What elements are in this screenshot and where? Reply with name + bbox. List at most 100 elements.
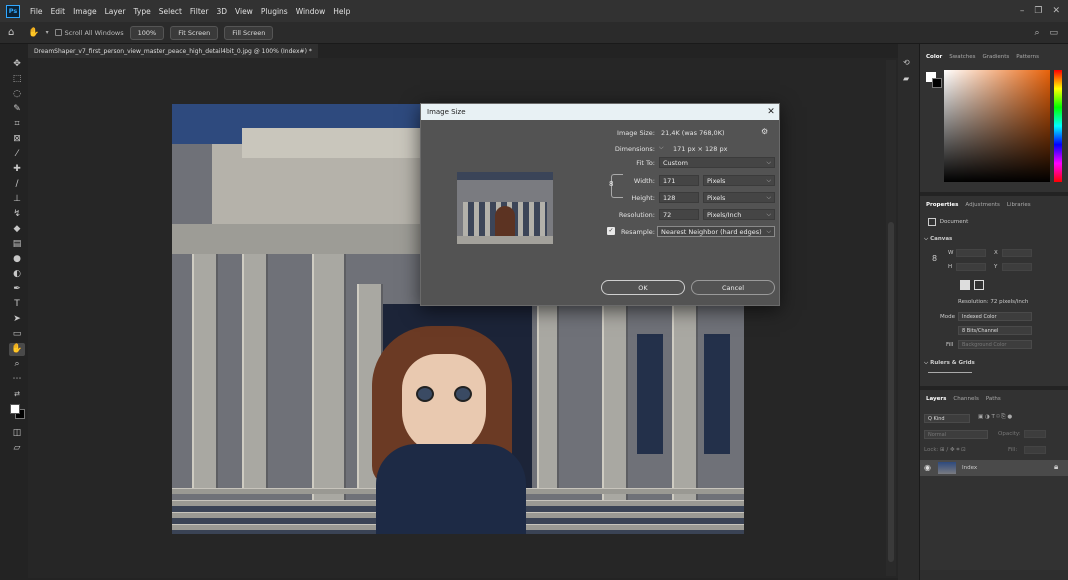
- mode-select[interactable]: Indexed Color: [958, 312, 1032, 321]
- canvas-height-input[interactable]: [956, 263, 986, 271]
- lasso-tool-icon[interactable]: ◌: [9, 88, 25, 101]
- layer-filter-icons[interactable]: ▣ ◑ T ⌑ ⎘ ●: [978, 414, 1012, 421]
- resample-select[interactable]: Nearest Neighbor (hard edges) ⌵: [657, 226, 775, 237]
- menu-layer[interactable]: Layer: [101, 7, 130, 16]
- fit-screen-button[interactable]: Fit Screen: [170, 25, 219, 40]
- settings-gear-icon[interactable]: ⚙: [761, 127, 768, 136]
- marquee-tool-icon[interactable]: ⬚: [9, 73, 25, 86]
- search-icon[interactable]: ⌕: [1034, 28, 1039, 38]
- dimensions-dropdown-icon[interactable]: ⌵: [659, 144, 664, 152]
- width-input[interactable]: 171: [659, 175, 699, 186]
- resample-checkbox[interactable]: ✓: [607, 227, 615, 235]
- portrait-orientation-icon[interactable]: [960, 280, 970, 290]
- zoom-tool-icon[interactable]: ⌕: [9, 358, 25, 371]
- tab-adjustments[interactable]: Adjustments: [965, 202, 999, 208]
- canvas-width-input[interactable]: [956, 249, 986, 257]
- workspace-icon[interactable]: ▭: [1049, 28, 1058, 38]
- document-tab[interactable]: DreamShaper_v7_first_person_view_master_…: [28, 44, 318, 58]
- quick-mask-icon[interactable]: ◫: [9, 427, 25, 440]
- move-tool-icon[interactable]: ✥: [9, 58, 25, 71]
- tab-swatches[interactable]: Swatches: [949, 54, 975, 60]
- menu-edit[interactable]: Edit: [47, 7, 70, 16]
- mini-swatches[interactable]: [926, 72, 942, 88]
- restore-icon[interactable]: ❐: [1034, 6, 1042, 16]
- path-selection-tool-icon[interactable]: ➤: [9, 313, 25, 326]
- fit-to-select[interactable]: Custom ⌵: [659, 157, 775, 168]
- eyedropper-tool-icon[interactable]: ⁄: [9, 148, 25, 161]
- hand-tool-icon[interactable]: ✋: [28, 28, 39, 38]
- quick-select-tool-icon[interactable]: ✎: [9, 103, 25, 116]
- tab-gradients[interactable]: Gradients: [982, 54, 1009, 60]
- close-icon[interactable]: ✕: [765, 106, 777, 118]
- menu-plugins[interactable]: Plugins: [257, 7, 292, 16]
- minimize-icon[interactable]: –: [1020, 6, 1025, 16]
- resolution-unit-select[interactable]: Pixels/Inch ⌵: [703, 209, 775, 220]
- resolution-input[interactable]: 72: [659, 209, 699, 220]
- fill-select[interactable]: Background Color: [958, 340, 1032, 349]
- lock-icons[interactable]: ⊞ ∕ ✥ ⌗ ⊡: [940, 447, 966, 454]
- color-picker-field[interactable]: [944, 70, 1050, 182]
- gradient-tool-icon[interactable]: ▤: [9, 238, 25, 251]
- opacity-input[interactable]: [1024, 430, 1046, 438]
- close-window-icon[interactable]: ✕: [1052, 6, 1060, 16]
- tab-paths[interactable]: Paths: [986, 396, 1001, 402]
- dialog-title-bar[interactable]: Image Size: [421, 104, 779, 120]
- checkbox-box[interactable]: [54, 29, 62, 36]
- menu-3d[interactable]: 3D: [212, 7, 231, 16]
- history-brush-tool-icon[interactable]: ↯: [9, 208, 25, 221]
- tab-channels[interactable]: Channels: [953, 396, 978, 402]
- rectangle-tool-icon[interactable]: ▭: [9, 328, 25, 341]
- blend-mode-select[interactable]: Normal: [924, 430, 988, 439]
- rulers-grids-section-label[interactable]: ⌵ Rulers & Grids: [924, 360, 975, 367]
- hand-tool-icon[interactable]: ✋: [9, 343, 25, 356]
- comments-panel-icon[interactable]: ▰: [903, 74, 909, 83]
- ok-button[interactable]: OK: [601, 280, 685, 295]
- menu-filter[interactable]: Filter: [186, 7, 213, 16]
- healing-brush-tool-icon[interactable]: ✚: [9, 163, 25, 176]
- history-panel-icon[interactable]: ⟲: [903, 58, 910, 67]
- layer-fill-input[interactable]: [1024, 446, 1046, 454]
- menu-select[interactable]: Select: [155, 7, 186, 16]
- fill-screen-button[interactable]: Fill Screen: [224, 25, 274, 40]
- swap-colors-icon[interactable]: ⇄: [9, 388, 25, 401]
- screen-mode-icon[interactable]: ▱: [9, 442, 25, 455]
- tab-properties[interactable]: Properties: [926, 202, 958, 208]
- width-unit-select[interactable]: Pixels ⌵: [703, 175, 775, 186]
- tab-libraries[interactable]: Libraries: [1007, 202, 1031, 208]
- canvas-y-input[interactable]: [1002, 263, 1032, 271]
- chevron-down-icon[interactable]: ▾: [46, 29, 49, 36]
- dodge-tool-icon[interactable]: ◐: [9, 268, 25, 281]
- crop-tool-icon[interactable]: ⌗: [9, 118, 25, 131]
- tab-patterns[interactable]: Patterns: [1016, 54, 1039, 60]
- menu-type[interactable]: Type: [130, 7, 155, 16]
- color-swatches[interactable]: [9, 403, 25, 419]
- image-preview[interactable]: [457, 172, 553, 244]
- tab-color[interactable]: Color: [926, 54, 942, 60]
- tab-layers[interactable]: Layers: [926, 396, 946, 402]
- height-unit-select[interactable]: Pixels ⌵: [703, 192, 775, 203]
- menu-file[interactable]: File: [26, 7, 47, 16]
- canvas-x-input[interactable]: [1002, 249, 1032, 257]
- menu-image[interactable]: Image: [69, 7, 101, 16]
- rulers-grid-icons[interactable]: [928, 372, 972, 378]
- menu-window[interactable]: Window: [292, 7, 330, 16]
- brush-tool-icon[interactable]: ∕: [9, 178, 25, 191]
- foreground-color-swatch[interactable]: [10, 404, 20, 414]
- background-color-swatch[interactable]: [932, 78, 942, 88]
- scroll-all-windows-checkbox[interactable]: Scroll All Windows: [54, 29, 124, 37]
- landscape-orientation-icon[interactable]: [974, 280, 984, 290]
- clone-stamp-tool-icon[interactable]: ⊥: [9, 193, 25, 206]
- canvas-section-label[interactable]: ⌵ Canvas: [924, 236, 952, 243]
- cancel-button[interactable]: Cancel: [691, 280, 775, 295]
- menu-help[interactable]: Help: [329, 7, 354, 16]
- hue-slider[interactable]: [1054, 70, 1062, 182]
- height-input[interactable]: 128: [659, 192, 699, 203]
- frame-tool-icon[interactable]: ⊠: [9, 133, 25, 146]
- eraser-tool-icon[interactable]: ◆: [9, 223, 25, 236]
- bit-depth-select[interactable]: 8 Bits/Channel: [958, 326, 1032, 335]
- blur-tool-icon[interactable]: ●: [9, 253, 25, 266]
- menu-view[interactable]: View: [231, 7, 257, 16]
- layer-filter-kind-select[interactable]: Q Kind: [924, 414, 970, 423]
- visibility-eye-icon[interactable]: ◉: [924, 463, 931, 472]
- scrollbar-thumb[interactable]: [888, 222, 894, 562]
